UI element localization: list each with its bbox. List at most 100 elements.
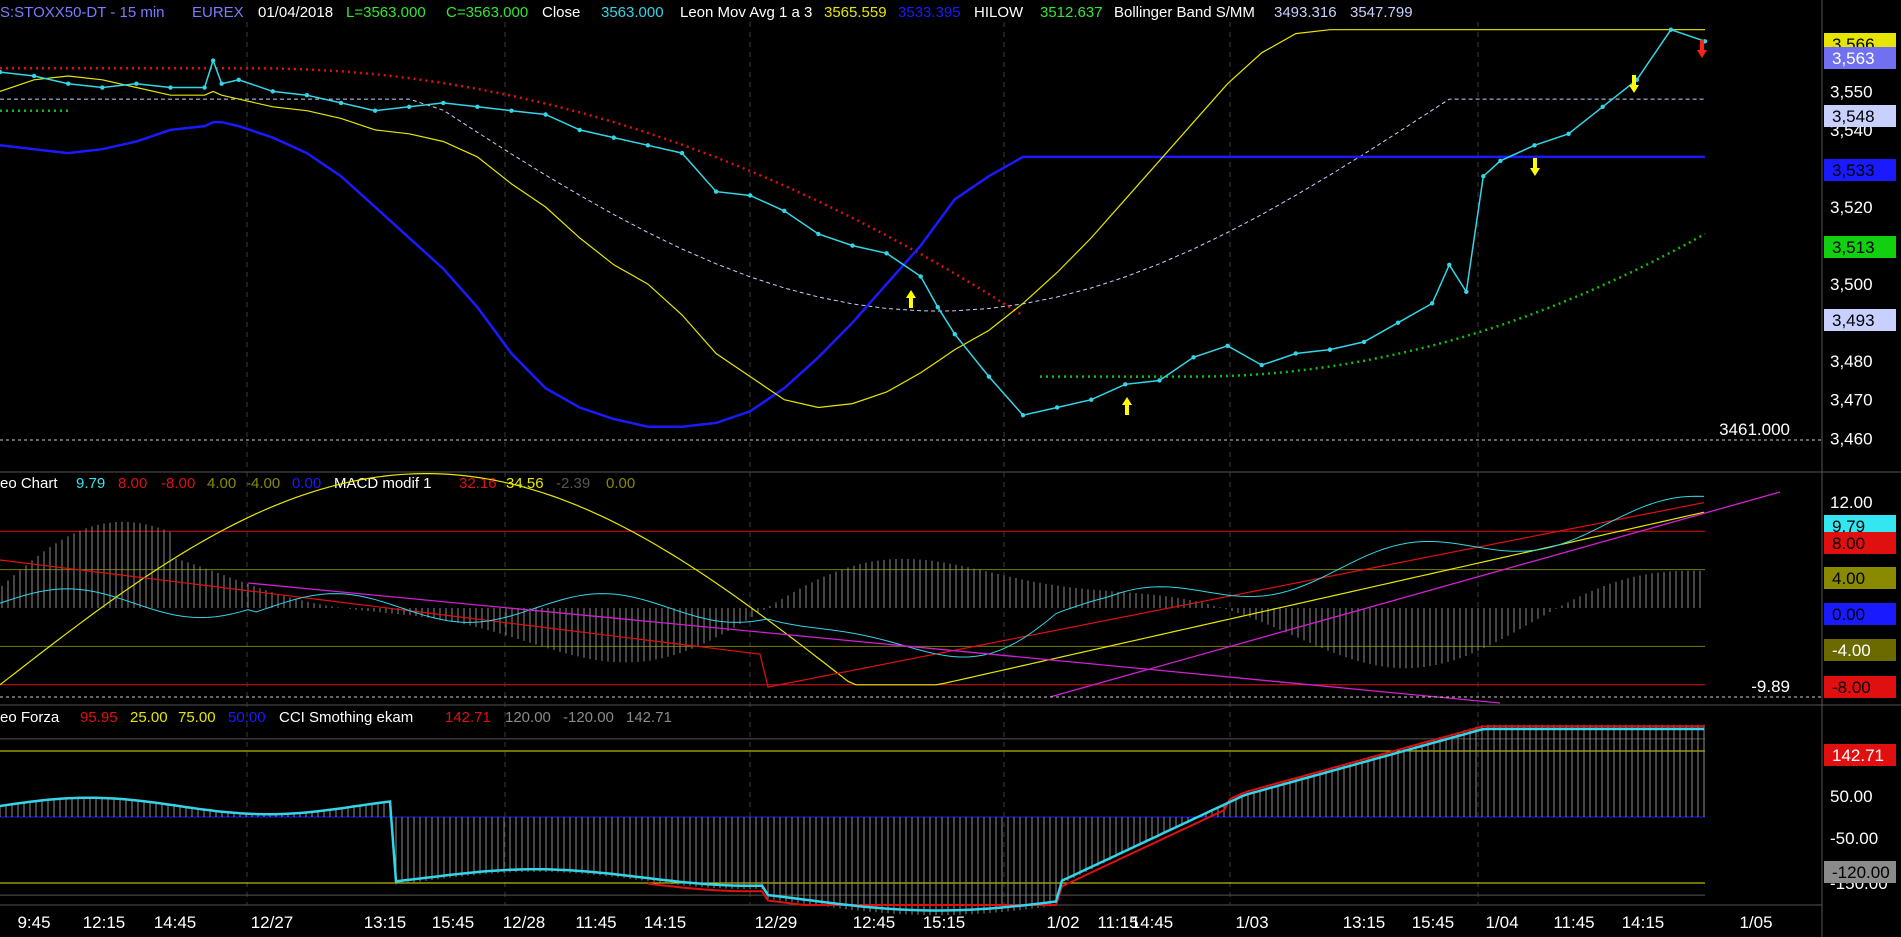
price-point — [1054, 405, 1060, 410]
price-point — [611, 135, 616, 140]
cci-label: CCI Smothing ekam — [279, 709, 413, 726]
time-tick-label: 9:45 — [17, 913, 50, 932]
price-point — [1293, 351, 1299, 356]
buy-arrow-icon — [1122, 397, 1132, 415]
macd-value-4: 0.00 — [606, 475, 635, 492]
cci-badge: -120.00 — [1824, 861, 1896, 883]
price-badge-text: 3,563 — [1832, 49, 1875, 68]
price-point — [1447, 262, 1452, 268]
price-point — [543, 112, 548, 117]
price-point — [782, 208, 787, 214]
price-badge-text: 3,513 — [1832, 238, 1875, 257]
forza-value-1: 95.95 — [80, 709, 118, 726]
price-tick-label: 3,480 — [1830, 352, 1873, 371]
buy-arrow-icon — [906, 290, 916, 308]
price-point — [679, 150, 685, 156]
time-tick-label: 1/03 — [1235, 913, 1268, 932]
leon-value-2: 3533.395 — [898, 4, 961, 21]
price-point — [270, 89, 275, 94]
price-badge-text: 3,533 — [1832, 161, 1875, 180]
price-point — [713, 189, 719, 194]
price-point — [1498, 158, 1503, 163]
time-tick-label: 12:45 — [853, 913, 896, 932]
forza-value-3: 75.00 — [178, 709, 216, 726]
time-tick-label: 1/04 — [1485, 913, 1518, 932]
price-point — [304, 93, 310, 98]
price-point — [236, 77, 241, 83]
price-tick-label: 3,470 — [1830, 391, 1873, 410]
price-badge: 3,548 — [1824, 105, 1896, 127]
price-point — [884, 251, 889, 256]
osc-value-3: -8.00 — [161, 475, 195, 492]
red-dotted-average — [0, 67, 1024, 317]
price-point — [66, 81, 71, 86]
price-badge: 3,513 — [1824, 236, 1896, 258]
close-label: Close — [542, 4, 580, 21]
osc-badge: 0.00 — [1824, 603, 1896, 625]
time-tick-label: 13:15 — [364, 913, 407, 932]
price-point — [1191, 355, 1196, 360]
price-point — [441, 100, 446, 106]
time-tick-label: 15:15 — [923, 913, 966, 932]
time-tick-label: 14:15 — [644, 913, 687, 932]
price-point — [372, 108, 378, 113]
price-point — [202, 85, 207, 90]
price-point — [952, 332, 957, 337]
leon-value-1: 3565.559 — [824, 4, 887, 21]
price-tick-label: 3,460 — [1830, 429, 1873, 448]
cci-layer — [0, 724, 1705, 916]
osc-badge-text: 8.00 — [1832, 534, 1865, 553]
time-tick-label: 12/27 — [251, 913, 294, 932]
price-point — [1020, 412, 1026, 418]
osc-tick-label: 12.00 — [1830, 493, 1873, 512]
price-point — [748, 193, 753, 198]
price-point — [1361, 339, 1367, 345]
osc-value-1: 9.79 — [76, 475, 105, 492]
osc-badge-text: 0.00 — [1832, 605, 1865, 624]
price-badge: 3,533 — [1824, 159, 1896, 181]
price-point — [1157, 378, 1162, 383]
time-tick-label: 12/28 — [503, 913, 546, 932]
forza-value-2: 25.00 — [130, 709, 168, 726]
exchange-label: EUREX — [192, 4, 244, 21]
osc-badge: 8.00 — [1824, 532, 1896, 554]
green-dotted-average — [1040, 232, 1706, 378]
osc-value-4: 4.00 — [207, 475, 236, 492]
cci-red-line — [647, 725, 1704, 906]
macd-label: MACD modif 1 — [334, 475, 432, 492]
cci-value-2: 120.00 — [505, 709, 551, 726]
price-point — [1225, 343, 1230, 348]
cci-value-4: 142.71 — [626, 709, 672, 726]
price-point — [475, 104, 480, 110]
time-tick-label: 15:45 — [432, 913, 475, 932]
price-low-ref-label: 3461.000 — [1719, 420, 1790, 439]
price-point — [645, 143, 651, 148]
time-tick-label: 1/05 — [1739, 913, 1772, 932]
price-header: S:STOXX50-DT - 15 min EUREX 01/04/2018 L… — [0, 4, 1413, 21]
osc-badge: -8.00 — [1824, 676, 1896, 698]
cci-badge-text: -120.00 — [1832, 863, 1890, 882]
cci-header: eo Forza 95.95 25.00 75.00 50.00 CCI Smo… — [0, 709, 672, 726]
price-point — [31, 73, 37, 79]
leon-label: Leon Mov Avg 1 a 3 — [680, 4, 812, 21]
cci-badge: 142.71 — [1824, 744, 1896, 766]
price-point — [850, 243, 855, 248]
time-tick-label: 13:15 — [1343, 913, 1386, 932]
hilow-label: HILOW — [974, 4, 1024, 21]
price-point — [1600, 104, 1605, 110]
close-value: 3563.000 — [601, 4, 664, 21]
cci-badge-text: 142.71 — [1832, 746, 1884, 765]
osc-low-ref-label: -9.89 — [1751, 677, 1790, 696]
osc-badge-text: -4.00 — [1832, 641, 1871, 660]
cci-tick-label: -50.00 — [1830, 829, 1878, 848]
time-tick-label: 15:45 — [1412, 913, 1455, 932]
price-point — [407, 104, 412, 110]
cci-value-3: -120.00 — [563, 709, 614, 726]
price-point — [338, 100, 344, 106]
macd-value-3: -2.39 — [556, 475, 590, 492]
price-layer — [0, 27, 1708, 428]
price-tick-label: 3,520 — [1830, 198, 1873, 217]
price-point — [986, 374, 992, 379]
bb-value-1: 3493.316 — [1274, 4, 1337, 21]
osc-value-6: 0.00 — [292, 475, 321, 492]
